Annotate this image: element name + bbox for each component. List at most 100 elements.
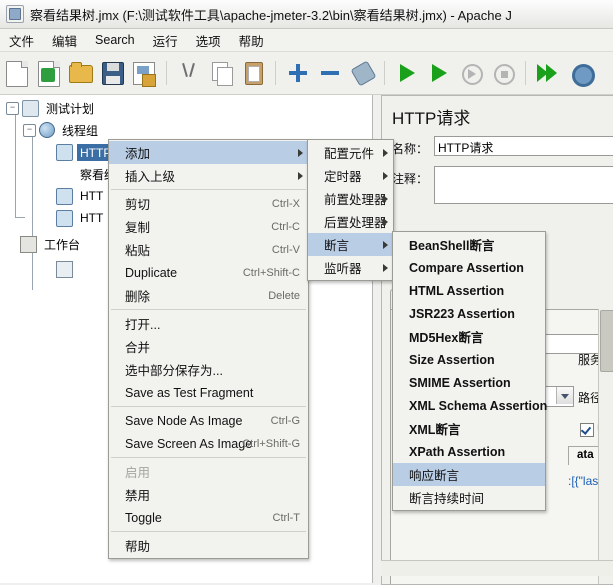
menu-item-label: 禁用: [125, 489, 151, 503]
context-menu-item-disable[interactable]: 禁用: [109, 483, 308, 506]
tree-expand-handle[interactable]: −: [23, 123, 36, 137]
context-menu-item-add[interactable]: 添加: [109, 141, 308, 164]
assertion-item-xpath[interactable]: XPath Assertion: [393, 440, 545, 463]
copy-icon[interactable]: [208, 60, 234, 86]
context-menu-item-copy[interactable]: 复制 Ctrl-C: [109, 215, 308, 238]
paste-icon[interactable]: [240, 60, 266, 86]
toolbar-separator-3: [384, 61, 385, 85]
save-icon[interactable]: [99, 60, 125, 86]
menu-help[interactable]: 帮助: [230, 29, 273, 52]
cut-icon[interactable]: [176, 60, 202, 86]
context-menu-item-save-selection-as[interactable]: 选中部分保存为...: [109, 358, 308, 381]
add-submenu-item-pre-processors[interactable]: 前置处理器: [308, 187, 393, 210]
chevron-down-icon[interactable]: [556, 387, 573, 404]
submenu-arrow-icon: [298, 148, 303, 157]
context-menu-item-enable: 启用: [109, 460, 308, 483]
menu-item-label: 复制: [125, 221, 151, 235]
menu-item-label: MD5Hex断言: [409, 331, 484, 345]
tree-node-thread-group[interactable]: − 线程组: [23, 121, 101, 139]
start-no-pauses-icon[interactable]: [426, 60, 452, 86]
add-submenu-item-config-element[interactable]: 配置元件: [308, 141, 393, 164]
name-input-value: HTTP请求: [438, 141, 494, 155]
tree-context-menu[interactable]: 添加 插入上级 剪切 Ctrl-X 复制 Ctrl-C 粘贴 Ctrl-V Du…: [108, 139, 309, 559]
start-icon[interactable]: [394, 60, 420, 86]
panel-vertical-scrollbar[interactable]: [598, 309, 613, 584]
add-submenu[interactable]: 配置元件 定时器 前置处理器 后置处理器 断言 监听器: [307, 139, 394, 281]
name-input[interactable]: HTTP请求: [434, 136, 613, 156]
menu-run[interactable]: 运行: [144, 29, 187, 52]
menu-separator: [111, 531, 306, 532]
assertion-item-compare[interactable]: Compare Assertion: [393, 256, 545, 279]
context-menu-item-toggle[interactable]: Toggle Ctrl-T: [109, 506, 308, 529]
menu-item-accel: Ctrl+Shift-G: [242, 437, 300, 450]
context-menu-item-help[interactable]: 帮助: [109, 534, 308, 557]
context-menu-item-merge[interactable]: 合并: [109, 335, 308, 358]
menu-item-accel: Ctrl-V: [271, 243, 300, 256]
panel-horizontal-scrollbar[interactable]: [381, 560, 613, 576]
assertion-item-jsr223[interactable]: JSR223 Assertion: [393, 302, 545, 325]
expand-icon[interactable]: [285, 60, 311, 86]
stop-icon[interactable]: [458, 60, 484, 86]
scrollbar-thumb[interactable]: [600, 310, 613, 372]
menu-item-label: Save Node As Image: [125, 413, 243, 428]
templates-icon[interactable]: [35, 60, 61, 87]
context-menu-item-open[interactable]: 打开...: [109, 312, 308, 335]
assertion-item-response[interactable]: 响应断言: [393, 463, 545, 486]
tree-expand-handle[interactable]: −: [6, 101, 19, 115]
assertion-item-smime[interactable]: SMIME Assertion: [393, 371, 545, 394]
assertion-item-size[interactable]: Size Assertion: [393, 348, 545, 371]
toggle-icon[interactable]: [349, 60, 377, 87]
add-submenu-item-post-processors[interactable]: 后置处理器: [308, 210, 393, 233]
shutdown-icon[interactable]: [490, 60, 516, 86]
tree-node-test-plan[interactable]: − 测试计划: [6, 99, 97, 117]
clear-all-icon[interactable]: [567, 60, 595, 87]
menu-item-label: Duplicate: [125, 265, 178, 280]
menu-item-label: 剪切: [125, 198, 151, 212]
tree-node-http-request-2[interactable]: − HTT: [40, 187, 106, 205]
menu-edit[interactable]: 编辑: [43, 29, 86, 52]
test-plan-icon: [22, 99, 39, 117]
menu-item-label: 打开...: [125, 318, 161, 332]
menu-item-label: 后置处理器: [324, 216, 387, 230]
assertion-item-xml-schema[interactable]: XML Schema Assertion: [393, 394, 547, 417]
context-menu-item-cut[interactable]: 剪切 Ctrl-X: [109, 192, 308, 215]
context-menu-item-duplicate[interactable]: Duplicate Ctrl+Shift-C: [109, 261, 308, 284]
context-menu-item-save-node-as-image[interactable]: Save Node As Image Ctrl-G: [109, 409, 308, 432]
collapse-icon[interactable]: [317, 60, 343, 86]
menu-item-label: Save as Test Fragment: [125, 385, 254, 400]
assertion-item-duration[interactable]: 断言持续时间: [393, 486, 545, 509]
clear-icon[interactable]: [535, 60, 561, 86]
menu-separator: [111, 406, 306, 407]
menu-item-label: 插入上级: [125, 170, 176, 184]
context-menu-item-save-as-test-fragment[interactable]: Save as Test Fragment: [109, 381, 308, 404]
open-icon[interactable]: [67, 60, 93, 86]
assertion-item-html[interactable]: HTML Assertion: [393, 279, 545, 302]
tree-node-label: HTT: [80, 211, 104, 225]
context-menu-item-save-screen-as-image[interactable]: Save Screen As Image Ctrl+Shift-G: [109, 432, 308, 455]
menu-options[interactable]: 选项: [187, 29, 230, 52]
menu-item-label: 监听器: [324, 262, 362, 276]
jmeter-window: 察看结果树.jmx (F:\测试软件工具\apache-jmeter-3.2\b…: [0, 0, 613, 585]
assertion-item-md5hex[interactable]: MD5Hex断言: [393, 325, 545, 348]
tree-node-workbench[interactable]: 工作台: [20, 235, 83, 253]
context-menu-item-insert-parent[interactable]: 插入上级: [109, 164, 308, 187]
tree-node-label: 测试计划: [46, 101, 95, 116]
assertion-item-beanshell[interactable]: BeanShell断言: [393, 233, 545, 256]
tree-node-http-request-3[interactable]: − HTT: [40, 209, 106, 227]
new-icon[interactable]: [3, 60, 29, 87]
save-as-icon[interactable]: [131, 60, 157, 87]
comment-input[interactable]: [434, 166, 613, 204]
menu-search[interactable]: Search: [86, 31, 144, 49]
menu-file[interactable]: 文件: [0, 29, 43, 52]
assertion-item-xml[interactable]: XML断言: [393, 417, 545, 440]
menu-item-label: Compare Assertion: [409, 260, 524, 275]
add-submenu-item-listener[interactable]: 监听器: [308, 256, 393, 279]
assertion-submenu[interactable]: BeanShell断言 Compare Assertion HTML Asser…: [392, 231, 547, 511]
use-keepalive-checkbox[interactable]: [580, 423, 594, 437]
add-submenu-item-assertions[interactable]: 断言: [308, 233, 393, 256]
context-menu-item-delete[interactable]: 删除 Delete: [109, 284, 308, 307]
context-menu-item-paste[interactable]: 粘贴 Ctrl-V: [109, 238, 308, 261]
add-submenu-item-timer[interactable]: 定时器: [308, 164, 393, 187]
menu-bar: 文件 编辑 Search 运行 选项 帮助: [0, 29, 613, 52]
menu-separator: [111, 457, 306, 458]
